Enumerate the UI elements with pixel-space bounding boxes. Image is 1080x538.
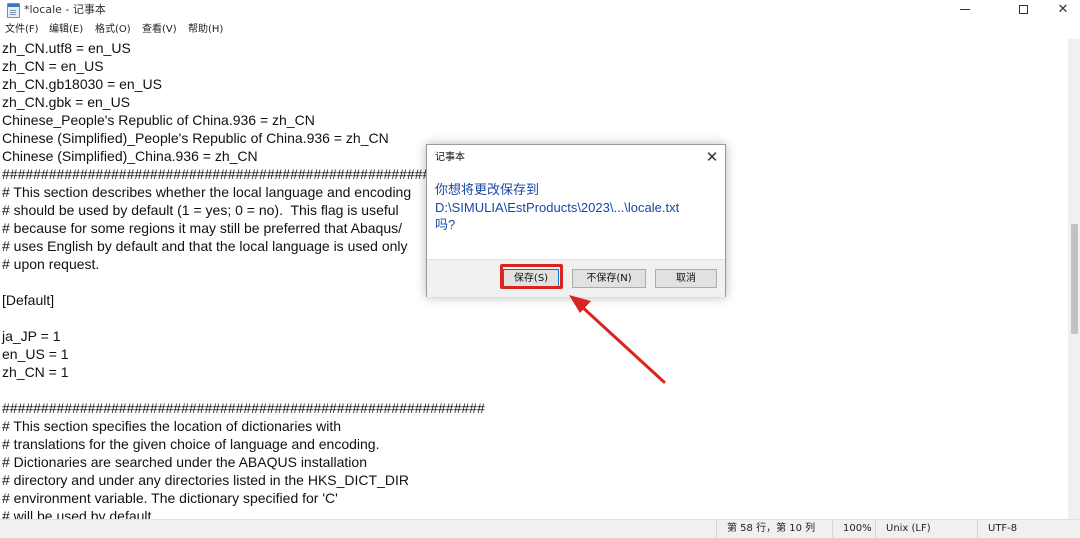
annotation-arrow-icon [569,295,666,384]
